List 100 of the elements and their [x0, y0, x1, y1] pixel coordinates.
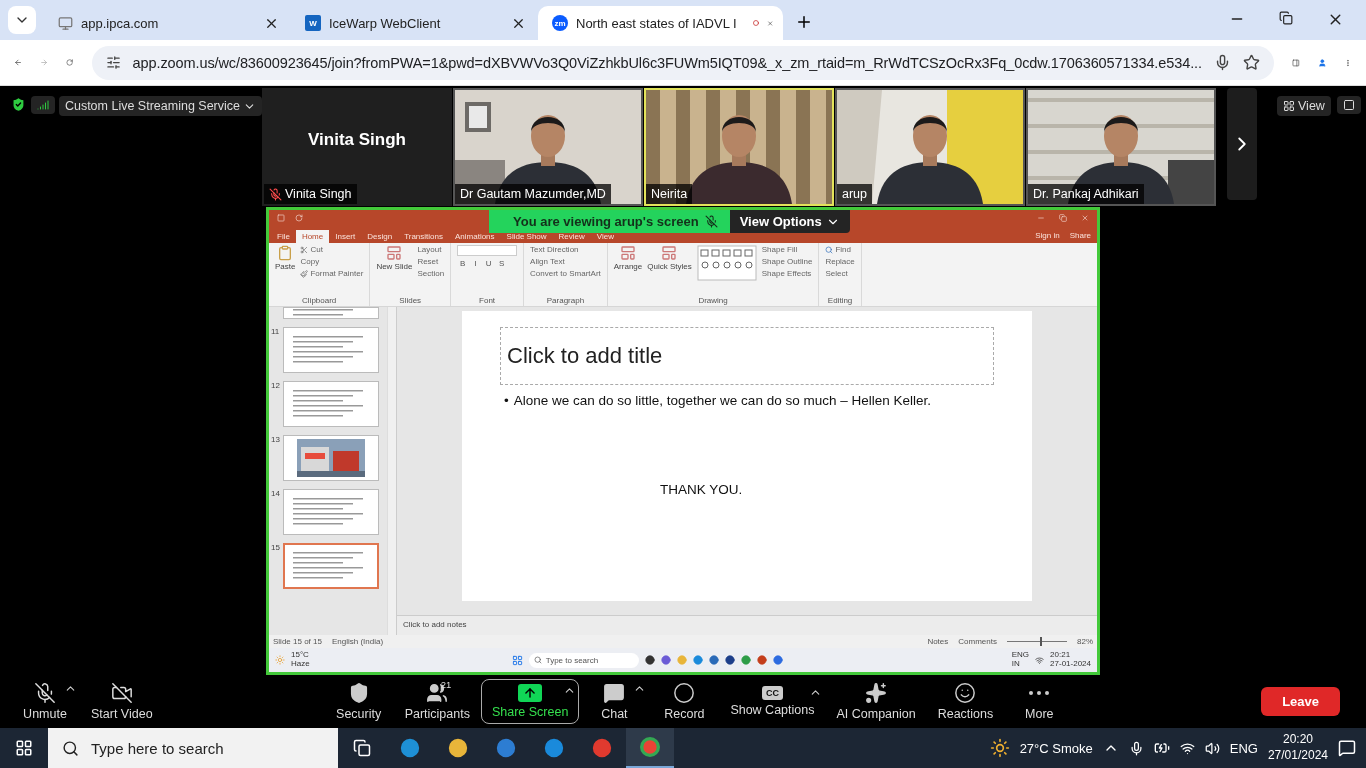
weather-icon: [989, 738, 1010, 758]
slide-thumbnail[interactable]: [283, 435, 379, 481]
ribbon-tab[interactable]: Transitions: [398, 230, 449, 243]
ribbon-button[interactable]: New Slide: [376, 245, 413, 271]
group-label: Drawing: [697, 296, 729, 305]
share-button[interactable]: Share: [1069, 231, 1091, 240]
notification-icon[interactable]: [1338, 739, 1356, 757]
viewing-banner: You are viewing arup's screen: [489, 210, 730, 233]
new-tab-icon[interactable]: [795, 13, 813, 31]
format-button[interactable]: B: [457, 259, 469, 268]
group-label: Editing: [826, 296, 854, 305]
browser-tab[interactable]: app.ipca.com: [44, 6, 289, 40]
group-label: Paragraph: [545, 296, 586, 305]
zoom-level: 82%: [1077, 637, 1093, 646]
toolbar-button[interactable]: 21 Participants: [393, 677, 481, 726]
slide-thumbnail[interactable]: [283, 307, 379, 319]
ribbon-button[interactable]: Text Direction: [530, 245, 601, 254]
toolbar-button[interactable]: Security: [323, 677, 394, 726]
app-icon[interactable]: [724, 655, 735, 665]
browser-tab[interactable]: W IceWarp WebClient: [291, 6, 536, 40]
ribbon-button[interactable]: Cut: [300, 245, 364, 254]
title-placeholder[interactable]: Click to add title: [500, 327, 994, 385]
ribbon-tab[interactable]: Slide Show: [500, 230, 553, 243]
app-icon[interactable]: [448, 738, 468, 758]
streaming-dropdown[interactable]: Custom Live Streaming Service: [58, 96, 262, 116]
participant-label: Vinita Singh: [264, 184, 357, 204]
ribbon-button[interactable]: Find: [825, 245, 855, 254]
ribbon-button[interactable]: Shape Fill: [761, 245, 813, 254]
ribbon-tab[interactable]: File: [271, 230, 296, 243]
ribbon-tab[interactable]: Review: [552, 230, 591, 243]
toolbar-button[interactable]: Record: [649, 677, 720, 726]
shield-icon[interactable]: [10, 96, 27, 113]
slide-thumbnail[interactable]: [283, 489, 379, 535]
ribbon-tab[interactable]: Animations: [449, 230, 501, 243]
slide-thumbnail[interactable]: [283, 381, 379, 427]
notes-button[interactable]: Notes: [927, 637, 949, 646]
ribbon-button[interactable]: Copy: [300, 257, 364, 266]
ribbon-button[interactable]: Align Text: [530, 257, 601, 266]
chat-icon: [603, 682, 626, 704]
comments-button[interactable]: Comments: [958, 637, 997, 646]
weather-icon: [275, 655, 285, 665]
toolbar-button[interactable]: AI Companion: [825, 677, 927, 726]
ribbon-button[interactable]: Shape Effects: [761, 269, 813, 278]
start-icon[interactable]: [511, 654, 523, 666]
slide-thumbnail[interactable]: [283, 327, 379, 373]
browser-tab[interactable]: zm North east states of IADVL I: [538, 6, 783, 40]
ribbon-tab[interactable]: Insert: [329, 230, 362, 243]
ribbon-tab[interactable]: Home: [295, 230, 330, 243]
ribbon-button[interactable]: Shape Outline: [761, 257, 813, 266]
task-view-icon[interactable]: [353, 739, 371, 757]
ribbon-button[interactable]: Arrange: [613, 245, 643, 271]
ribbon-button[interactable]: Paste: [275, 245, 296, 271]
format-button[interactable]: I: [470, 259, 482, 268]
grid-icon: [1283, 100, 1295, 112]
bullet-mark: •: [504, 393, 509, 408]
app-icon[interactable]: [708, 655, 719, 665]
toolbar-button[interactable]: More: [1004, 677, 1075, 726]
bookmark-icon[interactable]: [1242, 54, 1260, 71]
ribbon-button[interactable]: Format Painter: [300, 269, 364, 278]
group-label: Slides: [398, 296, 423, 305]
ribbon-button[interactable]: Section: [417, 269, 445, 278]
toolbar-button[interactable]: Unmute: [10, 677, 80, 726]
leave-button[interactable]: Leave: [1261, 687, 1340, 716]
ribbon-button[interactable]: Reset: [417, 257, 445, 266]
toolbar-button[interactable]: Share Screen: [480, 679, 580, 724]
smiley-icon: [954, 682, 977, 704]
group-label: Font: [478, 296, 497, 305]
toolbar-button[interactable]: Chat: [579, 677, 650, 726]
ribbon-button[interactable]: Quick Styles: [647, 245, 692, 271]
ribbon-tab[interactable]: View: [590, 230, 621, 243]
restore-icon[interactable]: [1279, 11, 1293, 25]
view-button[interactable]: View: [1277, 96, 1331, 116]
font-field[interactable]: [457, 245, 518, 256]
ribbon-button[interactable]: Convert to SmartArt: [530, 269, 601, 278]
taskbar-button[interactable]: [626, 728, 674, 768]
search-field[interactable]: Type to search: [528, 652, 639, 668]
app-icon[interactable]: [644, 655, 655, 665]
search-field[interactable]: Type here to search: [48, 728, 338, 768]
window-button[interactable]: [1336, 96, 1361, 114]
format-button[interactable]: U: [483, 259, 495, 268]
notes-field[interactable]: Click to add notes: [397, 615, 1097, 635]
ribbon-button[interactable]: Select: [825, 269, 855, 278]
site-settings-icon[interactable]: [105, 55, 121, 70]
view-options-button[interactable]: View Options: [729, 210, 850, 233]
window-icon: [1342, 99, 1355, 111]
toolbar-button[interactable]: Start Video: [80, 677, 164, 726]
app-icon[interactable]: [400, 738, 420, 758]
tab-search-button[interactable]: [8, 6, 36, 34]
format-button[interactable]: S: [496, 259, 508, 268]
sign-in-link[interactable]: Sign in: [1035, 231, 1060, 240]
signal-button[interactable]: [30, 96, 55, 114]
ribbon-button[interactable]: Replace: [825, 257, 855, 266]
start-icon[interactable]: [15, 739, 33, 757]
ribbon-tab[interactable]: Design: [361, 230, 399, 243]
slide-thumbnail[interactable]: [283, 543, 379, 589]
toolbar-button[interactable]: Reactions: [926, 677, 1005, 726]
participant-label: Neirita: [646, 184, 693, 204]
ribbon-button[interactable]: Layout: [417, 245, 445, 254]
address-bar[interactable]: app.zoom.us/wc/83600923645/join?fromPWA=1&pwd=dXBVWVo3Q0ViZzhkbUl6c3FUWm5IQT09&_x_zm_rtaid=m_RrWdTCSzOcRx3Fq_0cdw.1706360571334.e534...: [91, 45, 1274, 80]
toolbar-button[interactable]: CC Show Captions: [719, 681, 826, 722]
